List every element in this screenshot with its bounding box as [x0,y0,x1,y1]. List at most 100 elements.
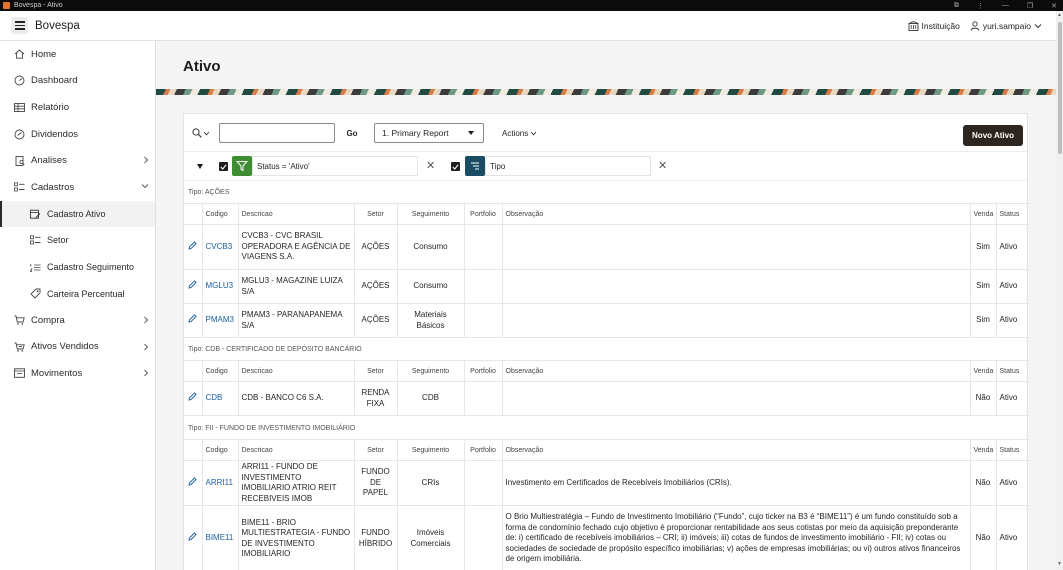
asset-setor: RENDA FIXA [354,381,398,416]
asset-code-link[interactable]: BIME11 [202,505,239,570]
close-window-icon[interactable]: ✕ [1051,2,1057,10]
sidebar-item-movimentos[interactable]: Movimentos [0,360,155,387]
asset-venda: Sim [970,303,997,338]
column-header[interactable]: Seguimento [397,360,465,382]
institution-link[interactable]: Instituição [908,21,960,31]
sidebar-item-analises[interactable]: Analises [0,147,155,174]
menu-toggle-icon[interactable] [11,17,28,34]
asset-setor: FUNDO HÍBRIDO [354,505,398,570]
column-header[interactable]: Portfolio [464,439,503,461]
edit-icon[interactable] [188,532,197,541]
column-header[interactable]: Portfolio [464,360,503,382]
group-filter-label: Tipo [490,161,506,171]
remove-group-filter-icon[interactable]: ✕ [658,159,667,172]
column-header[interactable]: Codigo [202,203,239,225]
asset-code-link[interactable]: PMAM3 [202,303,239,338]
user-menu[interactable]: yuri.sampaio [970,21,1042,31]
table-row: CVCB3 CVCB3 - CVC BRASIL OPERADORA E AGÊ… [184,224,1029,270]
asset-seguimento: CDB [397,381,465,416]
filter-enable-checkbox[interactable] [219,162,228,171]
column-header[interactable]: Seguimento [397,439,465,461]
column-header[interactable]: Descricao [238,360,355,382]
edit-icon[interactable] [188,477,197,486]
chevron-right-icon [144,316,149,324]
column-header[interactable]: Setor [354,439,398,461]
sidebar-item-cadastro-ativo[interactable]: Cadastro Ativo [0,200,155,228]
app-title[interactable]: Bovespa [35,20,80,32]
column-header[interactable]: Codigo [202,360,239,382]
restore-icon[interactable]: ❐ [1027,2,1033,10]
page-title: Ativo [183,58,221,75]
extensions-icon[interactable]: ⧉ [954,2,959,10]
column-header[interactable]: Portfolio [464,203,503,225]
asset-code-link[interactable]: CVCB3 [202,224,239,270]
asset-setor: AÇÕES [354,303,398,338]
column-header[interactable]: Venda [970,439,997,461]
minimize-icon[interactable]: — [1002,2,1009,9]
asset-observacao [502,224,971,270]
asset-code-link[interactable]: CDB [202,381,239,416]
go-button[interactable]: Go [344,123,360,143]
asset-code-link[interactable]: ARRI11 [202,460,239,506]
sidebar-item-relatorio[interactable]: Relatório [0,94,155,121]
asset-observacao [502,303,971,338]
sidebar-item-dashboard[interactable]: Dashboard [0,68,155,95]
sidebar-item-carteira-percentual[interactable]: Carteira Percentual [0,280,155,307]
edit-icon[interactable] [188,314,197,323]
table-header-row: Codigo Descricao Setor Seguimento Portfo… [184,203,1029,225]
new-ativo-button[interactable]: Novo Ativo [963,125,1023,146]
sidebar-item-ativos-vendidos[interactable]: Ativos Vendidos [0,334,155,361]
asset-portfolio [464,303,503,338]
column-header[interactable]: Observação [502,203,971,225]
decorative-banner [156,89,1056,95]
scroll-up-icon[interactable]: ▲ [1057,12,1062,18]
column-header[interactable]: Setor [354,203,398,225]
column-header[interactable]: Status [996,360,1029,382]
column-header[interactable]: Descricao [238,439,355,461]
actions-menu-button[interactable]: Actions [502,123,537,143]
page-scrollbar-thumb[interactable] [1058,22,1062,154]
sidebar-item-cadastro-seguimento[interactable]: Cadastro Seguimento [0,254,155,281]
asset-code-link[interactable]: MGLU3 [202,269,239,304]
search-input[interactable] [219,123,335,143]
asset-venda: Não [970,460,997,506]
report-select[interactable]: 1. Primary Report [374,123,484,143]
asset-setor: FUNDO DE PAPEL [354,460,398,506]
asset-observacao [502,269,971,304]
status-filter[interactable]: Status = 'Ativo' [252,156,418,176]
column-header[interactable]: Descricao [238,203,355,225]
asset-description: MGLU3 - MAGAZINE LUIZA S/A [238,269,355,304]
column-header[interactable]: Status [996,439,1029,461]
coin-icon [14,129,25,140]
column-header[interactable]: Venda [970,203,997,225]
scroll-down-icon[interactable]: ▼ [1057,561,1062,567]
group-filter[interactable]: Tipo [485,156,651,176]
edit-icon[interactable] [188,392,197,401]
sidebar-item-compra[interactable]: Compra [0,307,155,334]
column-header[interactable]: Codigo [202,439,239,461]
column-header[interactable]: Venda [970,360,997,382]
collapse-filters-icon[interactable] [197,164,203,169]
column-header[interactable]: Seguimento [397,203,465,225]
chevron-down-icon [203,131,210,135]
group-enable-checkbox[interactable] [451,162,460,171]
sidebar-item-dividendos[interactable]: Dividendos [0,121,155,148]
edit-icon[interactable] [188,241,197,250]
edit-icon[interactable] [188,280,197,289]
column-header[interactable]: Status [996,203,1029,225]
column-header[interactable]: Observação [502,439,971,461]
filter-icon [232,156,252,176]
column-header[interactable]: Observação [502,360,971,382]
user-icon [970,21,980,31]
asset-description: CVCB3 - CVC BRASIL OPERADORA E AGÊNCIA D… [238,224,355,270]
search-column-picker[interactable] [192,128,210,138]
sidebar-item-cadastros[interactable]: Cadastros [0,174,155,201]
sidebar-item-setor[interactable]: Setor [0,227,155,254]
chevron-right-icon [144,343,149,350]
column-header[interactable]: Setor [354,360,398,382]
asset-observacao: Investimento em Certificados de Recebíve… [502,460,971,506]
remove-status-filter-icon[interactable]: ✕ [426,159,435,172]
more-icon[interactable]: ⋮ [977,2,984,10]
table-icon [14,103,25,112]
sidebar-item-home[interactable]: Home [0,41,155,68]
